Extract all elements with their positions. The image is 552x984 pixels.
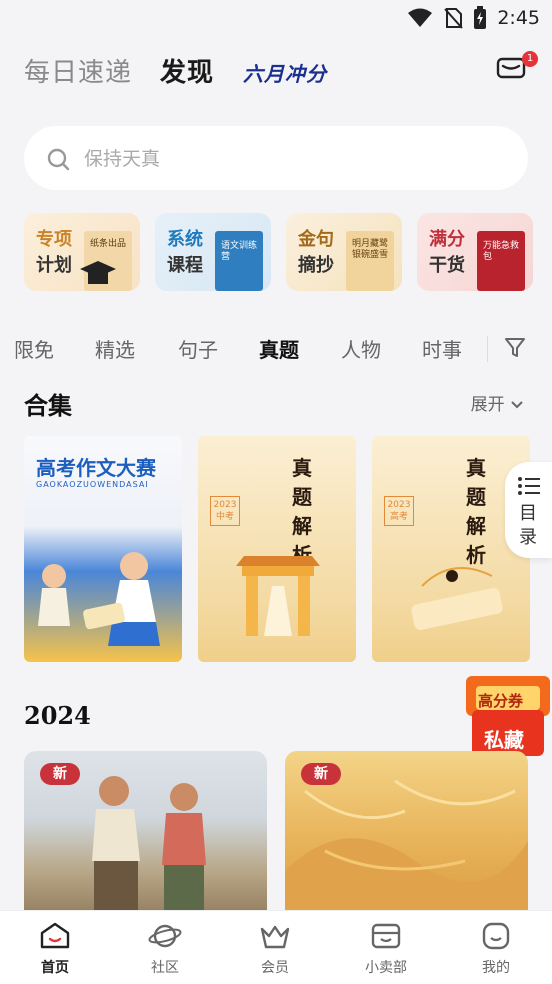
nav-membership[interactable]: 会员 bbox=[230, 921, 320, 977]
list-icon bbox=[518, 477, 540, 495]
collection-cover-essay-contest[interactable]: 高考作文大赛 GAOKAOZUOWENDASAI bbox=[24, 436, 182, 662]
filter-tabs: 限免 精选 句子 真题 人物 时事 bbox=[0, 328, 552, 368]
search-bar[interactable] bbox=[24, 126, 528, 190]
brand-text: 六月冲分 bbox=[243, 62, 327, 86]
new-badge: 新 bbox=[40, 763, 80, 785]
cover-year: 2023 中考 bbox=[210, 496, 240, 526]
category-line2: 干货 bbox=[429, 255, 465, 276]
nav-label: 我的 bbox=[482, 960, 510, 976]
battery-icon bbox=[474, 6, 487, 29]
category-line2: 计划 bbox=[36, 255, 72, 276]
nav-shop[interactable]: 小卖部 bbox=[341, 921, 431, 977]
book-cover: 万能急救包 bbox=[477, 231, 525, 291]
category-line1: 满分 bbox=[429, 229, 465, 250]
collection-cover-gaokao[interactable]: 真题解析 2023 高考 bbox=[372, 436, 530, 662]
expand-label: 展开 bbox=[470, 395, 505, 415]
mail-badge: 1 bbox=[522, 51, 538, 67]
nav-home[interactable]: 首页 bbox=[10, 921, 100, 977]
category-line1: 金句 bbox=[298, 229, 334, 250]
search-icon bbox=[47, 148, 70, 171]
top-header: 每日速递 发现 六月冲分 1 bbox=[0, 40, 552, 100]
nav-profile[interactable]: 我的 bbox=[451, 921, 541, 977]
graduation-cap-icon bbox=[80, 261, 116, 284]
book-label: 纸条出品 bbox=[90, 239, 127, 249]
illustration-scroll bbox=[411, 567, 503, 630]
tab-real-exams[interactable]: 真题 bbox=[259, 334, 299, 363]
cover-title: 高考作文大赛 bbox=[36, 456, 156, 480]
book-cover: 纸条出品 bbox=[80, 231, 132, 291]
section-title-collection: 合集 bbox=[24, 391, 72, 420]
planet-icon bbox=[148, 924, 182, 948]
nav-label: 会员 bbox=[261, 960, 289, 976]
section-title-2024: 2024 bbox=[24, 701, 91, 730]
tab-sentences[interactable]: 句子 bbox=[178, 334, 218, 363]
book-label: 明月藏鹭 银碗盛雪 bbox=[352, 239, 389, 260]
tab-selected[interactable]: 精选 bbox=[95, 334, 135, 363]
illustration-students bbox=[38, 552, 160, 646]
category-special-plan[interactable]: 专项 计划 纸条出品 bbox=[24, 213, 140, 291]
expand-button[interactable]: 展开 bbox=[471, 390, 524, 415]
tab-people[interactable]: 人物 bbox=[341, 334, 381, 363]
category-system-course[interactable]: 系统 课程 语文训练营 bbox=[155, 213, 271, 291]
search-input[interactable] bbox=[82, 140, 506, 178]
cover-year: 2023 高考 bbox=[384, 496, 414, 526]
category-line1: 专项 bbox=[36, 229, 72, 250]
promo-line2: 私藏 bbox=[484, 728, 524, 752]
illustration-gate bbox=[236, 556, 320, 636]
profile-icon bbox=[482, 922, 510, 950]
category-row: 专项 计划 纸条出品 系统 课程 语文训练营 金句 摘抄 明月藏鹭 银碗盛雪 满… bbox=[24, 213, 534, 291]
tab-divider bbox=[487, 336, 488, 362]
book-cover: 明月藏鹭 银碗盛雪 bbox=[346, 231, 394, 291]
clock: 2:45 bbox=[497, 7, 540, 29]
chevron-down-icon bbox=[511, 401, 523, 409]
book-cover: 语文训练营 bbox=[215, 231, 263, 291]
promo-coupon-banner[interactable]: 高分券 私藏 bbox=[464, 670, 552, 760]
category-line1: 系统 bbox=[167, 229, 203, 250]
no-sim-icon bbox=[444, 8, 464, 29]
shop-icon bbox=[371, 923, 401, 949]
tab-free[interactable]: 限免 bbox=[14, 334, 54, 363]
tab-discover[interactable]: 发现 bbox=[160, 52, 214, 89]
status-bar: 2:45 bbox=[0, 0, 552, 38]
bottom-navigation: 首页 社区 会员 小卖部 我的 bbox=[0, 910, 552, 984]
toc-label: 目录 bbox=[519, 503, 537, 548]
tab-current-events[interactable]: 时事 bbox=[422, 334, 462, 363]
nav-label: 社区 bbox=[151, 960, 179, 976]
tab-daily[interactable]: 每日速递 bbox=[24, 52, 132, 89]
brand-logo[interactable]: 六月冲分 bbox=[243, 58, 327, 87]
wifi-icon bbox=[408, 8, 433, 27]
home-icon bbox=[40, 922, 70, 949]
book-label: 语文训练营 bbox=[221, 241, 258, 262]
nav-label: 小卖部 bbox=[365, 960, 407, 976]
illustration-running-boys bbox=[92, 776, 206, 911]
table-of-contents-button[interactable]: 目录 bbox=[505, 462, 552, 558]
nav-community[interactable]: 社区 bbox=[120, 921, 210, 977]
nav-label: 首页 bbox=[41, 960, 69, 976]
category-line2: 课程 bbox=[167, 255, 203, 276]
article-card[interactable]: 新 bbox=[24, 751, 267, 921]
category-line2: 摘抄 bbox=[298, 255, 334, 276]
cover-title: 真题解析 bbox=[466, 456, 486, 567]
filter-icon[interactable] bbox=[504, 336, 526, 360]
category-golden-quotes[interactable]: 金句 摘抄 明月藏鹭 银碗盛雪 bbox=[286, 213, 402, 291]
article-card[interactable]: 新 bbox=[285, 751, 528, 921]
collection-cover-zhongkao[interactable]: 真题解析 2023 中考 bbox=[198, 436, 356, 662]
crown-icon bbox=[260, 925, 290, 949]
promo-line1: 高分券 bbox=[478, 692, 524, 710]
new-badge: 新 bbox=[301, 763, 341, 785]
book-label: 万能急救包 bbox=[483, 241, 520, 262]
cover-subtitle: GAOKAOZUOWENDASAI bbox=[36, 480, 149, 489]
category-full-marks[interactable]: 满分 干货 万能急救包 bbox=[417, 213, 533, 291]
